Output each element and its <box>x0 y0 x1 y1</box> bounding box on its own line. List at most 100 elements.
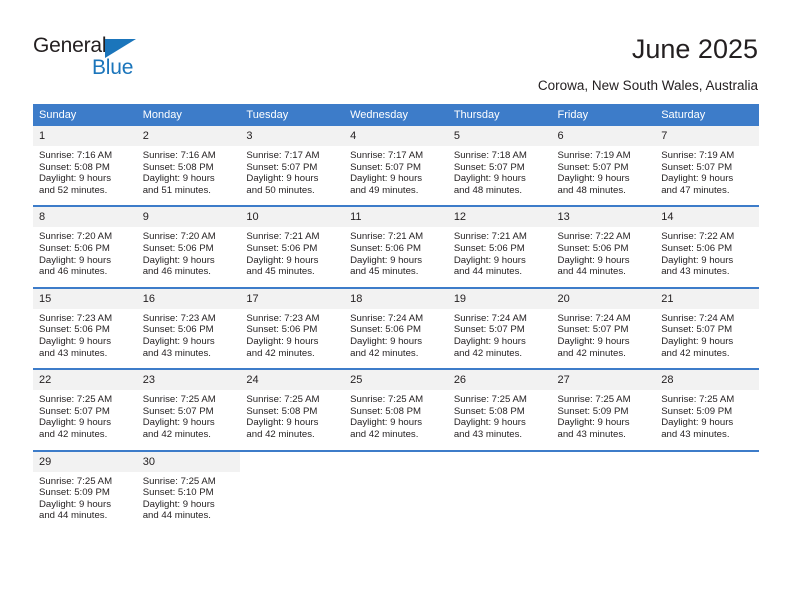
day-sun-info: Sunrise: 7:25 AM Sunset: 5:08 PM Daylight:… <box>344 390 448 449</box>
day-number: 27 <box>551 370 656 391</box>
daylight-duration-line2: and 42 minutes. <box>39 428 108 440</box>
day-number <box>344 451 448 472</box>
calendar-day-cell[interactable]: 14 Sunrise: 7:22 AM Sunset: 5:06 PM Dayligh… <box>655 205 759 288</box>
day-number: 6 <box>551 126 656 146</box>
sunset-time: Sunset: 5:09 PM <box>557 405 629 417</box>
day-number <box>447 451 552 472</box>
calendar-day-cell[interactable]: 25 Sunrise: 7:25 AM Sunset: 5:08 PM Dayligh… <box>344 368 448 451</box>
calendar-day-cell-empty <box>655 449 759 539</box>
calendar-page: General Blue June 2025 Corowa, New South… <box>0 0 792 612</box>
calendar-day-cell[interactable]: 26 Sunrise: 7:25 AM Sunset: 5:08 PM Dayligh… <box>447 368 552 451</box>
daylight-duration-line1: Daylight: 9 hours <box>246 254 319 266</box>
daylight-duration-line1: Daylight: 9 hours <box>557 173 630 185</box>
calendar-day-cell[interactable]: 20 Sunrise: 7:24 AM Sunset: 5:07 PM Dayligh… <box>551 286 656 370</box>
day-number <box>240 451 345 472</box>
day-sun-info <box>552 472 656 539</box>
sunset-time: Sunset: 5:06 PM <box>557 242 629 254</box>
calendar-day-cell[interactable]: 1 Sunrise: 7:16 AM Sunset: 5:08 PM Daylight… <box>33 126 137 207</box>
calendar-day-cell[interactable]: 22 Sunrise: 7:25 AM Sunset: 5:07 PM Dayligh… <box>33 368 137 451</box>
sunrise-time: Sunrise: 7:20 AM <box>39 231 113 243</box>
daylight-duration-line2: and 43 minutes. <box>661 266 730 278</box>
day-sun-info: Sunrise: 7:24 AM Sunset: 5:07 PM Daylight:… <box>655 309 759 368</box>
daylight-duration-line2: and 46 minutes. <box>39 266 108 278</box>
calendar-day-cell[interactable]: 19 Sunrise: 7:24 AM Sunset: 5:07 PM Dayligh… <box>447 286 552 370</box>
calendar-day-cell[interactable]: 30 Sunrise: 7:25 AM Sunset: 5:10 PM Dayligh… <box>136 449 241 539</box>
weekday-header-friday: Friday <box>551 104 656 126</box>
day-sun-info: Sunrise: 7:25 AM Sunset: 5:08 PM Daylight:… <box>448 390 552 449</box>
calendar-day-cell[interactable]: 18 Sunrise: 7:24 AM Sunset: 5:06 PM Dayligh… <box>344 286 448 370</box>
day-sun-info: Sunrise: 7:25 AM Sunset: 5:09 PM Daylight:… <box>33 472 137 531</box>
daylight-duration-line2: and 42 minutes. <box>350 347 419 359</box>
calendar-day-cell[interactable]: 8 Sunrise: 7:20 AM Sunset: 5:06 PM Daylight… <box>33 205 137 288</box>
calendar-day-cell[interactable]: 7 Sunrise: 7:19 AM Sunset: 5:07 PM Daylight… <box>655 126 759 207</box>
day-number: 25 <box>344 370 448 391</box>
daylight-duration-line1: Daylight: 9 hours <box>142 335 215 347</box>
calendar-day-cell[interactable]: 17 Sunrise: 7:23 AM Sunset: 5:06 PM Dayligh… <box>240 286 345 370</box>
calendar-day-cell[interactable]: 4 Sunrise: 7:17 AM Sunset: 5:07 PM Daylight… <box>344 126 448 207</box>
daylight-duration-line1: Daylight: 9 hours <box>39 417 111 429</box>
sunset-time: Sunset: 5:06 PM <box>453 242 525 254</box>
sunset-time: Sunset: 5:07 PM <box>661 161 733 173</box>
sunset-time: Sunset: 5:06 PM <box>39 324 110 336</box>
calendar-day-cell[interactable]: 24 Sunrise: 7:25 AM Sunset: 5:08 PM Dayligh… <box>240 368 345 451</box>
calendar-day-cell[interactable]: 11 Sunrise: 7:21 AM Sunset: 5:06 PM Dayligh… <box>344 205 448 288</box>
calendar-day-cell[interactable]: 9 Sunrise: 7:20 AM Sunset: 5:06 PM Daylight… <box>136 205 241 288</box>
day-sun-info: Sunrise: 7:17 AM Sunset: 5:07 PM Daylight:… <box>344 146 448 205</box>
sunrise-time: Sunrise: 7:25 AM <box>39 475 113 487</box>
day-sun-info <box>655 472 759 539</box>
daylight-duration-line2: and 43 minutes. <box>453 428 523 440</box>
calendar-day-cell[interactable]: 2 Sunrise: 7:16 AM Sunset: 5:08 PM Daylight… <box>136 126 241 207</box>
generalblue-logo[interactable]: General Blue <box>33 34 173 82</box>
sunset-time: Sunset: 5:07 PM <box>246 161 318 173</box>
sunrise-time: Sunrise: 7:25 AM <box>142 394 216 406</box>
day-number: 18 <box>344 288 448 309</box>
calendar-day-cell[interactable]: 27 Sunrise: 7:25 AM Sunset: 5:09 PM Dayligh… <box>551 368 656 451</box>
calendar-day-cell[interactable]: 3 Sunrise: 7:17 AM Sunset: 5:07 PM Daylight… <box>240 126 345 207</box>
day-sun-info: Sunrise: 7:25 AM Sunset: 5:07 PM Daylight:… <box>33 390 137 449</box>
daylight-duration-line2: and 42 minutes. <box>557 347 626 359</box>
day-number: 19 <box>447 288 552 309</box>
sunrise-time: Sunrise: 7:25 AM <box>350 394 424 406</box>
daylight-duration-line1: Daylight: 9 hours <box>453 335 526 347</box>
sunset-time: Sunset: 5:07 PM <box>661 324 733 336</box>
sunrise-sunset-calendar: Sunday Monday Tuesday Wednesday Thursday… <box>33 104 759 539</box>
calendar-day-cell[interactable]: 29 Sunrise: 7:25 AM Sunset: 5:09 PM Dayligh… <box>33 449 137 539</box>
calendar-day-cell[interactable]: 15 Sunrise: 7:23 AM Sunset: 5:06 PM Dayligh… <box>33 286 137 370</box>
day-number: 26 <box>447 370 552 391</box>
daylight-duration-line1: Daylight: 9 hours <box>661 335 734 347</box>
day-sun-info: Sunrise: 7:16 AM Sunset: 5:08 PM Daylight:… <box>33 146 137 205</box>
calendar-day-cell[interactable]: 16 Sunrise: 7:23 AM Sunset: 5:06 PM Dayligh… <box>136 286 241 370</box>
page-subtitle-location: Corowa, New South Wales, Australia <box>537 78 758 93</box>
sunrise-time: Sunrise: 7:25 AM <box>453 394 527 406</box>
day-sun-info: Sunrise: 7:20 AM Sunset: 5:06 PM Daylight:… <box>137 227 241 286</box>
day-number: 10 <box>240 207 345 228</box>
daylight-duration-line2: and 42 minutes. <box>246 428 315 440</box>
sunset-time: Sunset: 5:08 PM <box>39 161 110 173</box>
sunset-time: Sunset: 5:06 PM <box>350 242 422 254</box>
daylight-duration-line2: and 49 minutes. <box>350 184 419 196</box>
logo-text-blue: Blue <box>92 56 134 79</box>
day-sun-info: Sunrise: 7:25 AM Sunset: 5:09 PM Daylight:… <box>552 390 656 449</box>
calendar-week-row: 15 Sunrise: 7:23 AM Sunset: 5:06 PM Dayligh… <box>33 286 759 370</box>
daylight-duration-line1: Daylight: 9 hours <box>557 417 630 429</box>
day-number: 17 <box>240 288 345 309</box>
daylight-duration-line2: and 43 minutes. <box>142 347 211 359</box>
calendar-day-cell[interactable]: 6 Sunrise: 7:19 AM Sunset: 5:07 PM Daylight… <box>551 126 656 207</box>
calendar-day-cell[interactable]: 5 Sunrise: 7:18 AM Sunset: 5:07 PM Daylight… <box>447 126 552 207</box>
day-sun-info: Sunrise: 7:21 AM Sunset: 5:06 PM Daylight:… <box>344 227 448 286</box>
sunrise-time: Sunrise: 7:21 AM <box>453 231 527 243</box>
calendar-day-cell[interactable]: 13 Sunrise: 7:22 AM Sunset: 5:06 PM Dayligh… <box>551 205 656 288</box>
calendar-day-cell[interactable]: 28 Sunrise: 7:25 AM Sunset: 5:09 PM Dayligh… <box>655 368 759 451</box>
day-number: 12 <box>447 207 552 228</box>
daylight-duration-line2: and 52 minutes. <box>39 184 108 196</box>
daylight-duration-line2: and 45 minutes. <box>246 266 315 278</box>
calendar-day-cell-empty <box>447 449 552 539</box>
daylight-duration-line1: Daylight: 9 hours <box>453 173 526 185</box>
sunset-time: Sunset: 5:10 PM <box>142 487 214 499</box>
calendar-day-cell[interactable]: 12 Sunrise: 7:21 AM Sunset: 5:06 PM Dayligh… <box>447 205 552 288</box>
calendar-day-cell[interactable]: 10 Sunrise: 7:21 AM Sunset: 5:06 PM Dayligh… <box>240 205 345 288</box>
calendar-day-cell[interactable]: 23 Sunrise: 7:25 AM Sunset: 5:07 PM Dayligh… <box>136 368 241 451</box>
day-number: 3 <box>240 126 345 146</box>
logo-text-general: General <box>33 34 107 57</box>
calendar-day-cell[interactable]: 21 Sunrise: 7:24 AM Sunset: 5:07 PM Dayligh… <box>655 286 759 370</box>
